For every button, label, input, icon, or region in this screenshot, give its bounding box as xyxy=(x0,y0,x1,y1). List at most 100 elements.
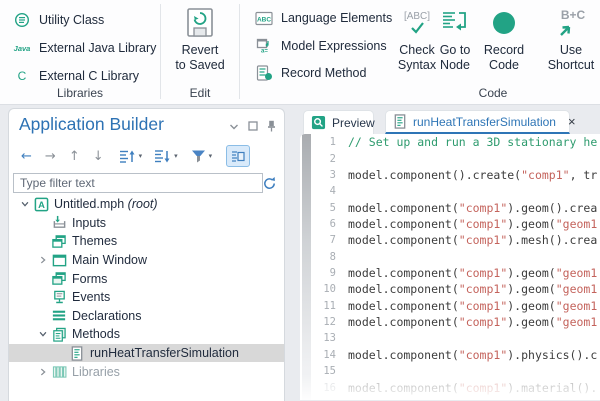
tab-run-heat-transfer-simulation[interactable]: runHeatTransferSimulation × xyxy=(385,110,570,134)
tree-item-label: Forms xyxy=(72,272,107,286)
code-text: // Set up and run a 3D stationary he xyxy=(300,135,597,149)
code-line: 15 xyxy=(300,363,600,379)
tree-indent xyxy=(35,272,51,286)
line-number: 11 xyxy=(300,300,336,312)
svg-text:C: C xyxy=(18,69,27,83)
preview-icon xyxy=(311,115,326,130)
code-editor[interactable]: 1// Set up and run a 3D stationary he 2 3m… xyxy=(300,134,600,400)
tab-preview-label: Preview xyxy=(332,116,375,130)
method-icon xyxy=(69,346,85,361)
line-number: 2 xyxy=(300,153,336,165)
external-c-library-label: External C Library xyxy=(39,69,139,83)
tree-item-events[interactable]: Events xyxy=(9,288,284,307)
panel-pin-icon[interactable] xyxy=(267,120,276,132)
move-down-arrow-icon[interactable]: ↓ xyxy=(93,149,104,164)
tree-indent xyxy=(35,309,51,323)
c-icon: C xyxy=(12,67,32,85)
ribbon-group-divider xyxy=(239,4,240,99)
svg-text:a=: a= xyxy=(261,49,268,55)
model-expressions-label: Model Expressions xyxy=(281,39,387,53)
code-line: 13 xyxy=(300,330,600,346)
tree-item-label: Themes xyxy=(72,234,117,248)
line-number: 1 xyxy=(300,136,336,148)
utility-class-button[interactable]: Utility Class xyxy=(12,10,104,30)
libraries-group-label: Libraries xyxy=(0,86,160,100)
utility-class-icon xyxy=(12,11,32,29)
expand-list-button[interactable]: ▾ xyxy=(119,149,143,164)
external-java-library-label: External Java Library xyxy=(39,41,156,55)
tree-item-libraries[interactable]: Libraries xyxy=(9,362,284,381)
method-icon xyxy=(393,114,407,129)
tree-item-label: Declarations xyxy=(72,309,141,323)
line-number: 9 xyxy=(300,267,336,279)
chevron-right-icon[interactable] xyxy=(35,365,51,379)
code-text: model.component("comp1").geom("geom1 xyxy=(300,217,597,231)
record-code-icon xyxy=(478,5,530,41)
svg-text:B+C: B+C xyxy=(561,8,586,22)
line-number: 16 xyxy=(300,382,336,394)
tree-item-methods[interactable]: Methods xyxy=(9,325,284,344)
tree-item-label: Events xyxy=(72,290,110,304)
language-elements-button[interactable]: ABC Language Elements xyxy=(254,8,392,28)
code-lines: 1// Set up and run a 3D stationary he 2 3m… xyxy=(300,134,600,396)
line-number: 8 xyxy=(300,251,336,263)
chevron-right-icon[interactable] xyxy=(35,253,51,267)
record-method-icon xyxy=(254,64,274,82)
chevron-down-icon[interactable] xyxy=(17,197,33,211)
utility-class-label: Utility Class xyxy=(39,13,104,27)
collapse-list-button[interactable]: ▾ xyxy=(154,149,178,164)
code-line: 3model.component().create("comp1", tr xyxy=(300,167,600,183)
external-c-library-button[interactable]: C External C Library xyxy=(12,66,139,86)
tab-preview[interactable]: Preview xyxy=(303,110,374,134)
caret-down-icon: ▾ xyxy=(139,152,143,160)
revert-to-saved-button[interactable]: Revert to Saved xyxy=(168,5,232,73)
funnel-icon xyxy=(191,149,206,164)
code-text: model.component("comp1").physics().c xyxy=(300,348,597,362)
tree-item-main-window[interactable]: Main Window xyxy=(9,251,284,270)
close-icon[interactable]: × xyxy=(562,114,576,129)
tree-item-declarations[interactable]: Declarations xyxy=(9,307,284,326)
move-up-arrow-icon[interactable]: ↑ xyxy=(69,149,80,164)
external-java-library-button[interactable]: Java External Java Library xyxy=(12,38,156,58)
tree-item-label: Methods xyxy=(72,327,120,341)
refresh-icon[interactable] xyxy=(259,173,279,193)
line-number: 15 xyxy=(300,365,336,377)
record-method-button[interactable]: Record Method xyxy=(254,63,366,83)
java-icon: Java xyxy=(12,39,32,57)
svg-text:[ABC]: [ABC] xyxy=(404,11,430,22)
tree-item-label: Inputs xyxy=(72,216,106,230)
show-all-toggle-button[interactable] xyxy=(226,145,250,167)
tree-item-untitled-mph[interactable]: AUntitled.mph (root) xyxy=(9,195,284,214)
record-code-button[interactable]: Record Code xyxy=(478,5,530,73)
tab-active-label: runHeatTransferSimulation xyxy=(413,115,556,129)
forward-arrow-icon[interactable]: → xyxy=(45,149,56,164)
tree-item-inputs[interactable]: Inputs xyxy=(9,214,284,233)
go-to-node-button[interactable]: Go to Node xyxy=(429,5,481,73)
record-method-label: Record Method xyxy=(281,66,366,80)
language-elements-label: Language Elements xyxy=(281,11,392,25)
filter-button[interactable]: ▾ xyxy=(191,149,213,164)
panel-menu-chevron-icon[interactable] xyxy=(229,122,239,131)
code-line: 8 xyxy=(300,249,600,265)
back-arrow-icon[interactable]: ← xyxy=(21,149,32,164)
line-number: 13 xyxy=(300,332,336,344)
tree-item-themes[interactable]: Themes xyxy=(9,232,284,251)
code-line: 11model.component("comp1").geom("geom1 xyxy=(300,298,600,314)
line-number: 12 xyxy=(300,316,336,328)
code-text: model.component("comp1").geom("geom1 xyxy=(300,315,597,329)
tree-item-runheattransfersimulation[interactable]: runHeatTransferSimulation xyxy=(9,344,284,363)
panel-float-icon[interactable] xyxy=(248,121,258,131)
model-expressions-button[interactable]: a= Model Expressions xyxy=(254,36,387,56)
use-shortcut-button[interactable]: B+C Use Shortcut xyxy=(543,5,599,73)
line-number: 5 xyxy=(300,202,336,214)
tree-item-forms[interactable]: Forms xyxy=(9,269,284,288)
code-text: model.component("comp1").material(). xyxy=(300,381,597,395)
code-text: model.component().create("comp1", tr xyxy=(300,168,597,182)
chevron-down-icon[interactable] xyxy=(35,327,51,341)
filter-input[interactable] xyxy=(13,173,263,193)
code-text: model.component("comp1").geom("geom1 xyxy=(300,299,597,313)
panel-toolbar: ← → ↑ ↓ ▾ ▾ ▾ xyxy=(21,145,250,167)
svg-text:Java: Java xyxy=(14,44,31,53)
code-line: 9model.component("comp1").geom("geom1 xyxy=(300,265,600,281)
tree-indent xyxy=(53,346,69,360)
